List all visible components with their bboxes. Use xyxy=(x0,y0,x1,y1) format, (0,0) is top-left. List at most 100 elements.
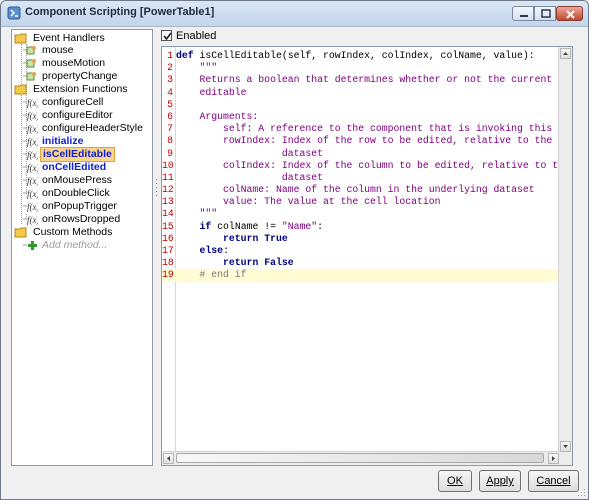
tree-label: onMousePress xyxy=(42,174,113,186)
line-number: 15 xyxy=(162,220,174,232)
code-line[interactable]: 2 """ xyxy=(162,62,560,74)
code-line[interactable]: 4 editable xyxy=(162,87,560,99)
close-button[interactable] xyxy=(556,6,583,21)
svg-text:f(x): f(x) xyxy=(27,137,38,147)
function-icon: f(x) xyxy=(23,215,38,225)
event-plugin-icon xyxy=(23,59,36,68)
script-tree[interactable]: Event Handlers mouse mouseMotion propert… xyxy=(11,29,153,466)
line-number: 16 xyxy=(162,232,174,244)
code-line[interactable]: 3 Returns a boolean that determines whet… xyxy=(162,74,560,86)
window-title: Component Scripting [PowerTable1] xyxy=(25,6,215,18)
tree-label: onCellEdited xyxy=(42,161,107,173)
enabled-checkbox[interactable] xyxy=(161,30,172,41)
svg-text:f(x): f(x) xyxy=(27,202,38,212)
function-icon: f(x) xyxy=(23,163,38,173)
code-text: editable xyxy=(176,86,247,98)
line-number: 10 xyxy=(162,159,174,171)
ok-button[interactable]: OK xyxy=(438,470,472,492)
scroll-up-button[interactable] xyxy=(560,48,571,59)
minimize-button[interactable] xyxy=(512,6,534,21)
code-line[interactable]: 10 colIndex: Index of the column to be e… xyxy=(162,160,560,172)
resize-grip-icon[interactable] xyxy=(576,487,586,497)
event-plugin-icon xyxy=(23,72,36,81)
code-line[interactable]: 18 return False xyxy=(162,257,560,269)
checkmark-icon xyxy=(163,32,172,41)
code-lines[interactable]: 1 def isCellEditable(self, rowIndex, colI… xyxy=(162,50,560,282)
tree-label: Add method... xyxy=(42,239,108,251)
line-number: 7 xyxy=(167,123,173,135)
code-text: dataset xyxy=(176,147,323,159)
vertical-scrollbar[interactable] xyxy=(558,47,572,453)
code-line[interactable]: 13 value: The value at the cell location xyxy=(162,196,560,208)
tree-label: propertyChange xyxy=(42,70,118,82)
svg-text:f(x): f(x) xyxy=(27,215,38,225)
code-line[interactable]: 1 def isCellEditable(self, rowIndex, colI… xyxy=(162,50,560,62)
panel-splitter[interactable] xyxy=(154,29,159,466)
code-line[interactable]: 11 dataset xyxy=(162,172,560,184)
code-line[interactable]: 5 xyxy=(162,99,560,111)
function-icon: f(x) xyxy=(23,150,38,160)
scroll-right-button[interactable] xyxy=(548,453,559,464)
code-editor[interactable]: 1 def isCellEditable(self, rowIndex, colI… xyxy=(161,46,573,466)
code-text: return True xyxy=(223,232,288,244)
tree-label: onPopupTrigger xyxy=(42,200,117,212)
code-text: """ xyxy=(176,208,218,220)
code-text: def isCellEditable(self, rowIndex, colIn… xyxy=(176,50,535,61)
add-icon xyxy=(23,241,37,250)
line-number: 12 xyxy=(162,184,174,196)
horizontal-scroll-thumb[interactable] xyxy=(176,453,544,463)
line-number: 17 xyxy=(162,245,174,256)
tree-label: onRowsDropped xyxy=(42,213,121,225)
line-number: 8 xyxy=(167,135,173,147)
tree-label: isCellEditable xyxy=(40,147,115,162)
close-icon xyxy=(566,10,575,19)
tree-label: Extension Functions xyxy=(33,83,128,95)
code-line[interactable]: 12 colName: Name of the column in the un… xyxy=(162,184,560,196)
cancel-button[interactable]: Cancel xyxy=(528,470,579,492)
tree-label: onDoubleClick xyxy=(42,187,110,199)
code-text: self: A reference to the component that … xyxy=(223,123,560,135)
svg-text:f(x): f(x) xyxy=(27,163,38,173)
code-line[interactable]: 15 if colName != "Name": xyxy=(162,221,560,233)
code-line[interactable]: 17 else: xyxy=(162,245,560,257)
code-line[interactable]: 6 Arguments: xyxy=(162,111,560,123)
code-line[interactable]: 16 return True xyxy=(162,233,560,245)
code-area[interactable]: 1 def isCellEditable(self, rowIndex, colI… xyxy=(162,47,560,455)
script-icon xyxy=(7,6,21,20)
function-icon: f(x) xyxy=(23,202,38,212)
scroll-left-button[interactable] xyxy=(163,453,174,464)
event-plugin-icon xyxy=(23,46,36,55)
maximize-button[interactable] xyxy=(534,6,556,21)
tree-label: Custom Methods xyxy=(33,226,113,238)
line-number: 11 xyxy=(162,171,174,183)
minimize-icon xyxy=(520,15,528,17)
code-line[interactable]: 14 """ xyxy=(162,208,560,220)
line-number: 2 xyxy=(167,62,173,74)
scroll-corner xyxy=(559,452,572,465)
arrow-down-icon xyxy=(563,445,568,448)
tree-guide xyxy=(21,44,22,224)
code-line[interactable]: 9 dataset xyxy=(162,148,560,160)
tree-label: mouse xyxy=(42,44,74,56)
code-line[interactable]: 7 self: A reference to the component tha… xyxy=(162,123,560,135)
svg-text:f(x): f(x) xyxy=(27,189,38,199)
apply-button[interactable]: Apply xyxy=(479,470,521,492)
code-line[interactable]: 8 rowIndex: Index of the row to be edite… xyxy=(162,135,560,147)
code-text: return False xyxy=(223,257,294,269)
code-text: Returns a boolean that determines whethe… xyxy=(176,74,560,86)
code-text: Arguments: xyxy=(176,110,259,122)
horizontal-scrollbar[interactable] xyxy=(162,451,560,465)
cancel-button-label: Cancel xyxy=(536,475,571,487)
code-line[interactable]: 19 # end if xyxy=(162,269,560,282)
tree-label: configureEditor xyxy=(42,109,113,121)
title-bar[interactable]: Component Scripting [PowerTable1] xyxy=(1,1,588,27)
scroll-down-button[interactable] xyxy=(560,441,571,452)
line-number: 1 xyxy=(167,50,173,61)
line-number: 5 xyxy=(167,98,173,110)
line-number: 18 xyxy=(162,257,174,269)
tree-label: mouseMotion xyxy=(42,57,106,69)
code-text: else: xyxy=(199,245,229,256)
line-number: 3 xyxy=(167,74,173,86)
tree-label: configureHeaderStyle xyxy=(42,122,143,134)
dialog-window: Component Scripting [PowerTable1] Event … xyxy=(0,0,589,500)
